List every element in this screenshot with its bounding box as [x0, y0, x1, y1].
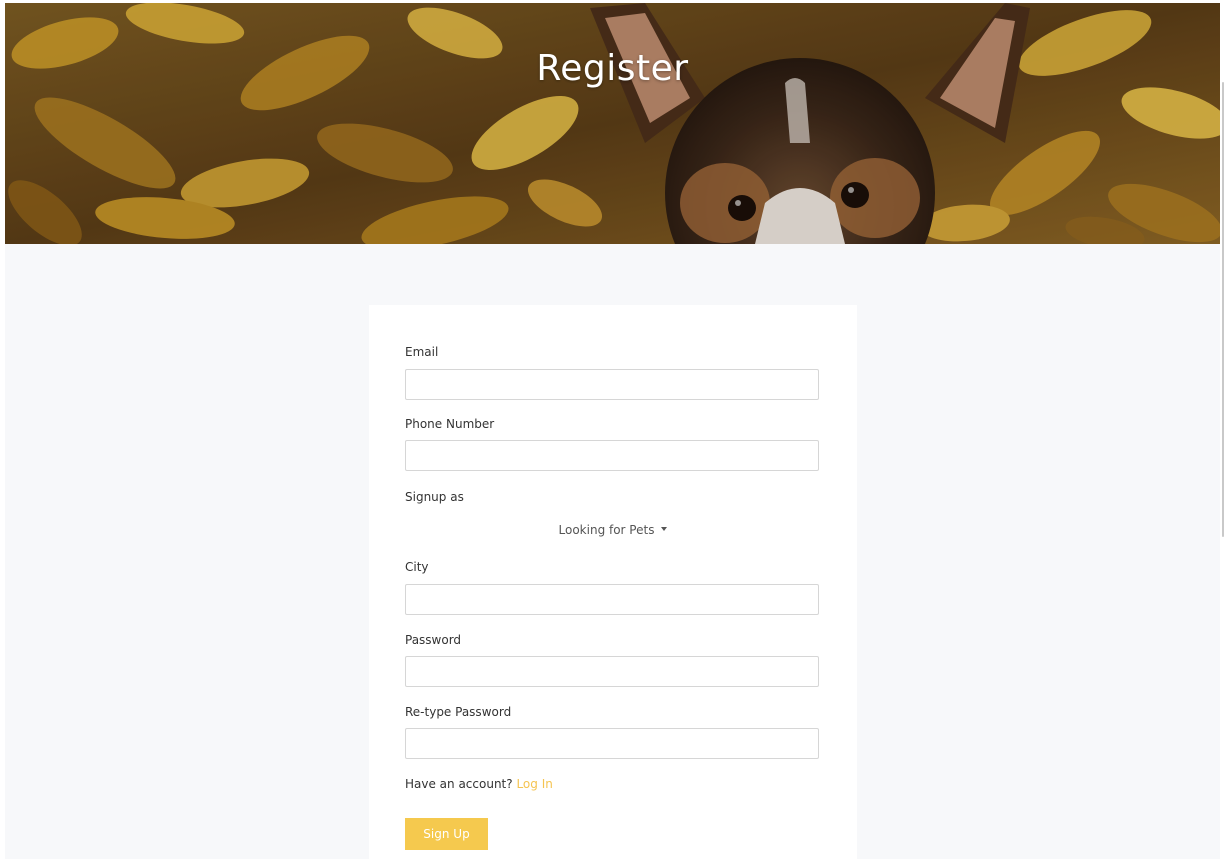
password-field[interactable] — [405, 656, 819, 687]
hero-image-dog-in-leaves — [5, 3, 1220, 244]
sign-up-button[interactable]: Sign Up — [405, 818, 488, 850]
retype-password-field[interactable] — [405, 728, 819, 759]
page-title: Register — [536, 48, 689, 89]
login-link[interactable]: Log In — [516, 777, 552, 791]
caret-down-icon — [661, 527, 668, 531]
password-label: Password — [405, 633, 462, 647]
signup-as-selected: Looking for Pets — [558, 523, 655, 537]
phone-number-field[interactable] — [405, 440, 819, 471]
retype-password-label: Re-type Password — [405, 705, 512, 719]
signup-as-label: Signup as — [405, 490, 464, 504]
city-field[interactable] — [405, 584, 819, 615]
email-label: Email — [405, 345, 439, 359]
account-prompt: Have an account? — [405, 777, 513, 791]
scrollbar[interactable] — [1221, 0, 1225, 859]
register-form-card: Email Phone Number Signup as Looking for… — [369, 305, 857, 859]
signup-as-dropdown[interactable]: Looking for Pets — [369, 523, 857, 537]
phone-number-label: Phone Number — [405, 417, 495, 431]
have-account-line: Have an account? Log In — [405, 777, 553, 791]
city-label: City — [405, 560, 429, 574]
register-page: Register Email Phone Number Signup as Lo… — [0, 0, 1225, 859]
scrollbar-thumb[interactable] — [1222, 82, 1224, 537]
email-field[interactable] — [405, 369, 819, 400]
hero-banner: Register — [5, 3, 1220, 244]
